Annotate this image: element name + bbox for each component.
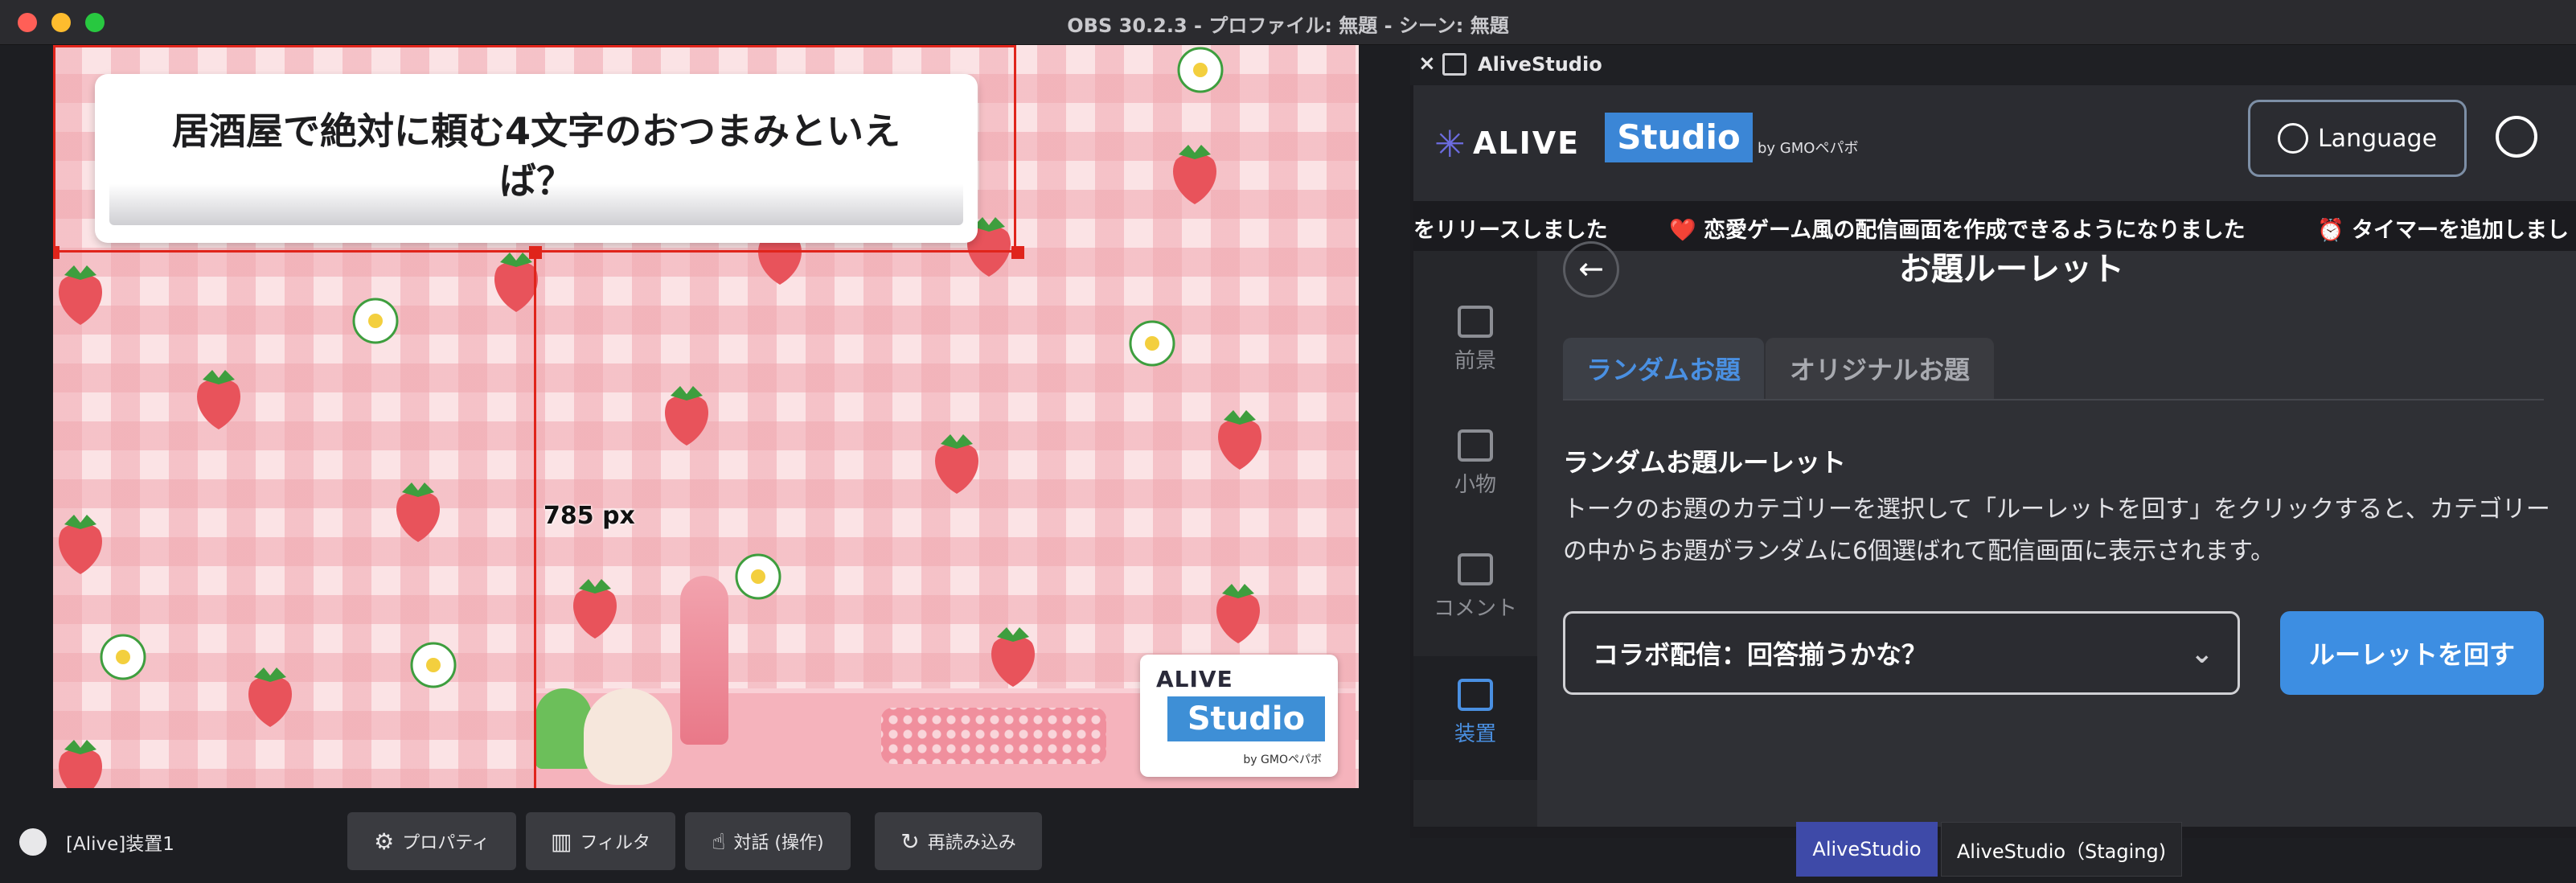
flower-decoration	[100, 634, 146, 680]
tab-original-topic[interactable]: オリジナルお題	[1766, 338, 1994, 399]
logo-studio-text: Studio	[1167, 696, 1325, 741]
sidebar-item-comment[interactable]: コメント	[1413, 531, 1537, 651]
cup-icon	[1458, 429, 1493, 462]
dock-title: AliveStudio	[1478, 53, 1602, 76]
resize-handle[interactable]	[53, 246, 59, 259]
gear-icon: ⚙	[374, 828, 395, 855]
strawberry-decoration	[665, 386, 708, 446]
logo-alive-text: ALIVE	[1156, 666, 1233, 692]
interact-label: 対話 (操作)	[733, 833, 824, 853]
properties-button[interactable]: ⚙ プロパティ	[347, 812, 516, 870]
hand-pointer-icon: ☝	[712, 828, 726, 855]
dock-tab-alivestudio[interactable]: AliveStudio	[1796, 822, 1938, 877]
strawberry-decoration	[248, 667, 292, 727]
reload-label: 再読み込み	[927, 833, 1016, 853]
globe-icon	[2277, 123, 2308, 154]
strawberry-decoration	[935, 434, 978, 494]
refresh-icon: ↻	[900, 828, 920, 855]
strawberry-decoration	[1173, 145, 1216, 204]
sidebar-item-label: 前景	[1454, 349, 1496, 373]
title-bar: OBS 30.2.3 - プロファイル: 無題 - シーン: 無題	[0, 0, 2576, 45]
arrow-left-icon: ←	[1578, 251, 1604, 286]
strawberry-decoration	[59, 740, 102, 788]
distance-guide-line	[534, 253, 536, 788]
chevron-down-icon: ⌄	[2190, 638, 2214, 670]
filters-button[interactable]: ▥ フィルタ	[526, 812, 675, 870]
flower-decoration	[735, 553, 781, 600]
keyboard-illustration	[881, 708, 1106, 764]
reload-button[interactable]: ↻ 再読み込み	[875, 812, 1042, 870]
ticker-item: ❤️ 恋愛ゲーム風の配信画面を作成できるようになりました	[1669, 218, 2246, 243]
spin-roulette-button[interactable]: ルーレットを回す	[2280, 611, 2544, 695]
sidebar-item-foreground[interactable]: 前景	[1413, 283, 1537, 404]
properties-label: プロパティ	[402, 833, 490, 853]
distance-label: 785 px	[544, 502, 635, 530]
strawberry-decoration	[1218, 410, 1261, 470]
user-account-icon[interactable]	[2496, 116, 2537, 158]
flower-decoration	[352, 298, 399, 344]
bunny-illustration	[584, 688, 672, 785]
grid-icon	[1458, 679, 1493, 711]
scene-preview[interactable]: 居酒屋で絶対に頼む4文字のおつまみといえば？ 785 px ALIVE Stud…	[53, 45, 1359, 788]
source-selection-box[interactable]	[53, 45, 1016, 253]
flower-decoration	[1129, 320, 1175, 367]
comment-icon	[1458, 553, 1493, 585]
sidebar-item-label: 装置	[1454, 722, 1496, 746]
window-title: OBS 30.2.3 - プロファイル: 無題 - シーン: 無題	[1067, 14, 1509, 37]
section-title: お題ルーレット	[1899, 251, 2124, 288]
microphone-illustration	[680, 576, 728, 745]
strawberry-decoration	[197, 370, 240, 429]
interact-button[interactable]: ☝ 対話 (操作)	[685, 812, 851, 870]
strawberry-decoration	[991, 627, 1035, 687]
dock-title-bar: × AliveStudio	[1410, 45, 2576, 85]
sidebar-item-label: コメント	[1433, 597, 1517, 621]
brand-alive-text: ALIVE	[1473, 125, 1581, 161]
roulette-description: トークのお題のカテゴリーを選択して「ルーレットを回す」をクリックすると、カテゴリ…	[1563, 495, 2550, 565]
close-dock-icon[interactable]: ×	[1418, 51, 1436, 76]
strawberry-decoration	[59, 515, 102, 574]
strawberry-decoration	[1216, 584, 1260, 643]
float-dock-icon[interactable]	[1442, 53, 1466, 76]
ticker-item: をリリースしました	[1413, 218, 1608, 243]
brand-star-icon: ✳	[1434, 122, 1466, 166]
flower-decoration	[1177, 47, 1224, 93]
back-button[interactable]: ←	[1563, 241, 1619, 298]
brand-studio-text: Studio	[1605, 113, 1753, 162]
image-add-icon	[1458, 306, 1493, 338]
sidebar-item-label: 小物	[1454, 473, 1496, 497]
selected-source-name: [Alive]装置1	[66, 834, 174, 855]
filters-label: フィルタ	[580, 833, 651, 853]
sidebar-item-device[interactable]: 装置	[1413, 656, 1537, 780]
language-label: Language	[2317, 124, 2438, 153]
flower-decoration	[410, 642, 457, 688]
strawberry-decoration	[59, 265, 102, 325]
language-button[interactable]: Language	[2248, 100, 2467, 177]
sidebar-item-props[interactable]: 小物	[1413, 407, 1537, 528]
strawberry-decoration	[396, 483, 440, 542]
logo-by-text: by GMOペパボ	[1243, 754, 1322, 766]
category-select-value: コラボ配信：回答揃うかな？	[1593, 639, 1928, 670]
dock-tab-alivestudio-staging[interactable]: AliveStudio（Staging)	[1941, 822, 2182, 877]
brand-by-text: by GMOペパボ	[1758, 140, 1859, 157]
strawberry-decoration	[573, 579, 617, 639]
tab-divider	[1563, 399, 2544, 400]
alivestudio-logo: ALIVE Studio by GMOペパボ	[1140, 655, 1338, 777]
filter-icon: ▥	[550, 828, 572, 855]
ticker-item: ⏰ タイマーを追加しまし	[2317, 218, 2570, 243]
roulette-subtitle: ランダムお題ルーレット	[1563, 447, 1847, 478]
browser-source-icon	[19, 828, 47, 856]
obs-window: OBS 30.2.3 - プロファイル: 無題 - シーン: 無題 居酒屋で絶対…	[0, 0, 2576, 883]
tab-random-topic[interactable]: ランダムお題	[1563, 338, 1764, 399]
resize-handle[interactable]	[1011, 246, 1024, 259]
category-select[interactable]: コラボ配信：回答揃うかな？ ⌄	[1563, 611, 2240, 695]
